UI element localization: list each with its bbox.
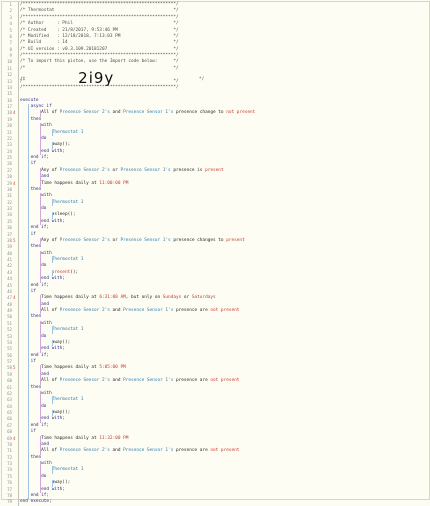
value-ref: present bbox=[226, 237, 245, 243]
device-ref[interactable]: Presence Sensor 2's bbox=[60, 378, 110, 383]
value-ref: present bbox=[205, 167, 224, 173]
gutter-divider bbox=[17, 499, 19, 506]
code-text[interactable]: end execute; bbox=[20, 499, 52, 505]
device-ref[interactable]: Presence Sensor 2's bbox=[60, 238, 110, 243]
device-ref[interactable]: Presence Sensor 1's bbox=[120, 238, 170, 243]
device-ref[interactable]: Presence Sensor 1's bbox=[123, 448, 173, 453]
value-ref: 6:31:00 AM bbox=[99, 295, 126, 301]
value-ref: not present bbox=[210, 448, 240, 454]
device-ref[interactable]: Presence Sensor 2's bbox=[60, 448, 110, 453]
device-ref[interactable]: Presence Sensor 1's bbox=[120, 168, 170, 173]
value-ref: 11:00:00 PM bbox=[99, 180, 129, 186]
device-ref[interactable]: Presence Sensor 1's bbox=[123, 378, 173, 383]
value-ref: not present bbox=[210, 308, 240, 313]
value-ref: not present bbox=[210, 378, 240, 384]
device-ref[interactable]: Presence Sensor 2's bbox=[60, 308, 110, 313]
device-ref[interactable]: Presence Sensor 1's bbox=[123, 308, 173, 313]
device-ref[interactable]: Presence Sensor 2's bbox=[60, 168, 110, 173]
device-ref[interactable]: Thermostat 1 bbox=[52, 200, 84, 205]
value-ref: present bbox=[51, 269, 71, 275]
device-ref[interactable]: Thermostat 1 bbox=[52, 467, 84, 472]
value-ref: 11:32:00 PM bbox=[99, 435, 129, 441]
device-ref[interactable]: Thermostat 1 bbox=[52, 257, 84, 262]
device-ref[interactable]: Presence Sensor 1's bbox=[123, 110, 173, 115]
device-ref[interactable]: Thermostat 1 bbox=[52, 397, 84, 402]
value-ref: not present bbox=[226, 110, 256, 116]
value-ref: 5:05:00 PM bbox=[99, 365, 126, 371]
piston-code-view: 1/**************************************… bbox=[1, 1, 430, 506]
device-ref[interactable]: Presence Sensor 2's bbox=[60, 110, 110, 115]
device-ref[interactable]: Thermostat 1 bbox=[52, 327, 84, 332]
device-ref[interactable]: Thermostat 1 bbox=[52, 130, 84, 135]
value-ref: Sundays bbox=[162, 295, 182, 301]
value-ref: Saturdays bbox=[191, 295, 216, 301]
line-number: 79 bbox=[7, 499, 12, 505]
code-line: 79 end execute; bbox=[2, 499, 429, 506]
